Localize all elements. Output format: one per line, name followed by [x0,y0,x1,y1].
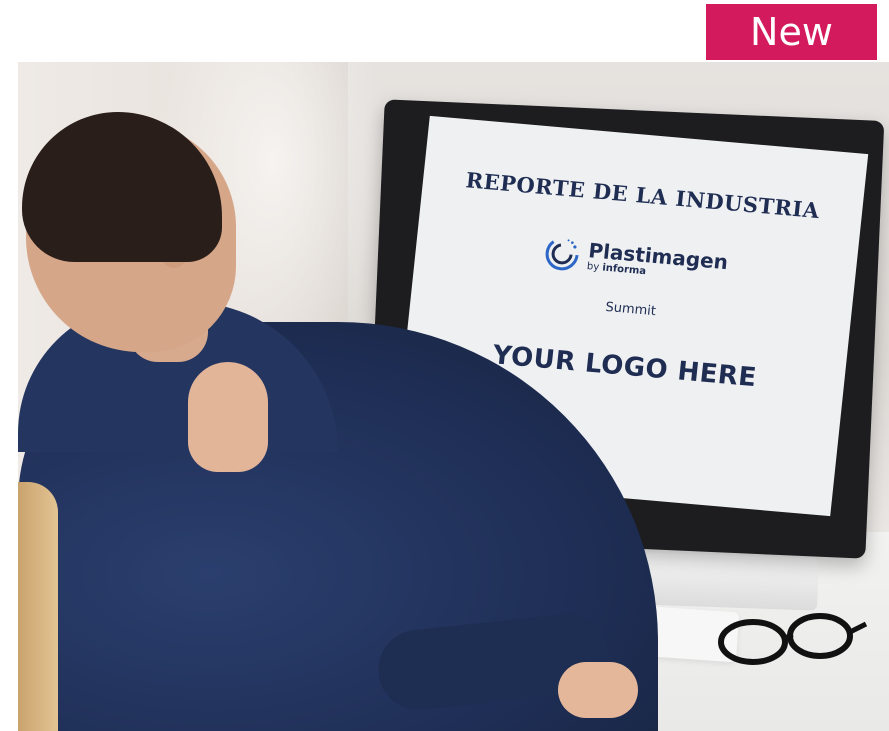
logo-by: by [586,261,600,274]
person-hand-chin [188,362,268,472]
background-person-hair [18,482,58,731]
report-title: REPORTE DE LA INDUSTRIA [464,167,821,224]
office-photo: REPORTE DE LA INDUSTRIA Plastimagen by i… [18,62,889,731]
person-hand-mouse [558,662,638,718]
plastimagen-logo: Plastimagen by informa [542,234,729,286]
new-badge-label: New [750,10,833,54]
summit-label: Summit [604,299,657,320]
plastimagen-logo-icon [545,237,579,271]
eyeglasses-icon [718,613,868,665]
new-badge: New [706,4,877,60]
